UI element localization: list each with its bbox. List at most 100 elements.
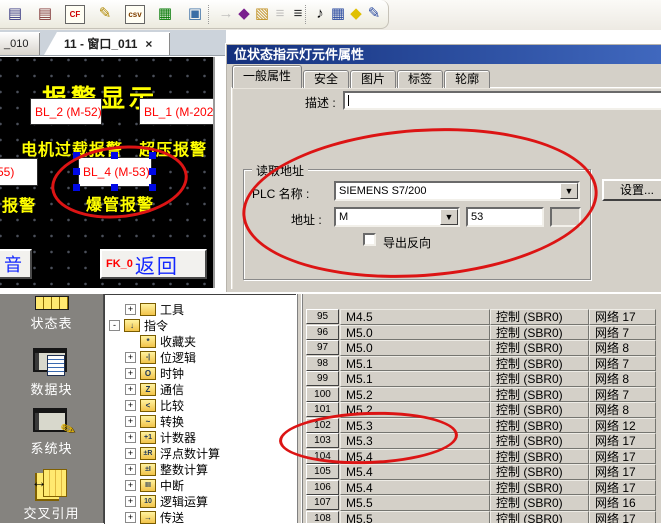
tab-profile[interactable]: 轮廓 bbox=[444, 70, 490, 88]
recipe-table-icon[interactable]: ▦ bbox=[155, 4, 175, 24]
nav-system-block[interactable]: 系统块 bbox=[0, 438, 103, 457]
connect-device-icon[interactable]: → bbox=[216, 4, 236, 24]
xref-row-98[interactable]: 98M5.1控制 (SBR0)网络 7 bbox=[303, 356, 659, 372]
expand-icon[interactable]: + bbox=[125, 352, 136, 363]
xref-row-105[interactable]: 105M5.4控制 (SBR0)网络 17 bbox=[303, 464, 659, 480]
picture-library-icon[interactable]: ▧ bbox=[252, 4, 272, 24]
expand-icon[interactable]: + bbox=[125, 368, 136, 379]
row-header-button[interactable]: 101 bbox=[306, 402, 339, 417]
row-header-button[interactable]: 99 bbox=[306, 371, 339, 386]
expand-icon[interactable]: + bbox=[125, 416, 136, 427]
nav-system-block-icon[interactable] bbox=[33, 406, 71, 436]
hmi-lamp-bl4-selected[interactable]: BL_4 (M-53) bbox=[78, 157, 152, 187]
xref-row-97[interactable]: 97M5.0控制 (SBR0)网络 8 bbox=[303, 340, 659, 356]
row-header-button[interactable]: 98 bbox=[306, 356, 339, 371]
expand-icon[interactable]: + bbox=[125, 432, 136, 443]
nav-data-block[interactable]: 数据块 bbox=[0, 379, 103, 398]
selection-handle[interactable] bbox=[111, 184, 118, 191]
tree-bit-logic[interactable]: +-|位逻辑 bbox=[125, 349, 196, 365]
tree-convert[interactable]: +~转换 bbox=[125, 413, 184, 429]
dropdown-arrow-icon[interactable]: ▼ bbox=[440, 209, 458, 225]
hmi-mute-button-partial[interactable]: 音 bbox=[0, 249, 32, 279]
address-tags-icon[interactable]: ◆ bbox=[346, 4, 366, 24]
cf-card-icon[interactable]: CF bbox=[65, 5, 85, 24]
xref-row-106[interactable]: 106M5.4控制 (SBR0)网络 17 bbox=[303, 480, 659, 496]
collapse-icon[interactable]: - bbox=[109, 320, 120, 331]
selection-handle[interactable] bbox=[73, 152, 80, 159]
tab-label[interactable]: 标签 bbox=[397, 70, 443, 88]
tree-clock[interactable]: +O时钟 bbox=[125, 365, 184, 381]
tree-move[interactable]: +→传送 bbox=[125, 509, 184, 524]
tree-instructions[interactable]: -↓指令 bbox=[109, 317, 168, 333]
shape-library-icon[interactable]: ≡ bbox=[270, 4, 290, 24]
xref-row-96[interactable]: 96M5.0控制 (SBR0)网络 7 bbox=[303, 325, 659, 341]
selection-handle[interactable] bbox=[149, 184, 156, 191]
selection-handle[interactable] bbox=[111, 152, 118, 159]
sound-library-icon[interactable]: ♪ bbox=[310, 4, 330, 24]
tree-float-math[interactable]: +±R浮点数计算 bbox=[125, 445, 220, 461]
xref-row-99[interactable]: 99M5.1控制 (SBR0)网络 8 bbox=[303, 371, 659, 387]
hmi-screen-canvas[interactable]: 报警显示 BL_2 (M-52) BL_1 (M-202) 电机过载报警 超压报… bbox=[0, 57, 215, 288]
edit-document-icon[interactable]: ✎ bbox=[364, 4, 384, 24]
tab-window-010[interactable]: _010 bbox=[0, 32, 40, 55]
tab-general[interactable]: 一般属性 bbox=[232, 65, 302, 88]
pane-splitter[interactable] bbox=[296, 294, 303, 523]
hmi-lamp-bl3-partial[interactable]: (M-55) bbox=[0, 158, 38, 186]
selection-handle[interactable] bbox=[149, 168, 156, 175]
import-library-icon[interactable]: ◆ bbox=[234, 4, 254, 24]
expand-icon[interactable]: + bbox=[125, 304, 136, 315]
settings-button[interactable]: 设置... bbox=[602, 179, 661, 201]
description-input[interactable] bbox=[343, 91, 661, 110]
simulate-window-icon[interactable]: ▣ bbox=[185, 4, 205, 24]
tree-integer-math[interactable]: +±I整数计算 bbox=[125, 461, 208, 477]
tree-counter[interactable]: ++1计数器 bbox=[125, 429, 196, 445]
plc-name-combobox[interactable]: SIEMENS S7/200 ▼ bbox=[334, 181, 580, 201]
xref-row-104[interactable]: 104M5.4控制 (SBR0)网络 17 bbox=[303, 449, 659, 465]
xref-row-107[interactable]: 107M5.5控制 (SBR0)网络 16 bbox=[303, 495, 659, 511]
row-header-button[interactable]: 106 bbox=[306, 480, 339, 495]
tab-security[interactable]: 安全 bbox=[303, 70, 349, 88]
dialog-title-bar[interactable]: 位状态指示灯元件属性 bbox=[227, 45, 661, 64]
edit-pencil-icon[interactable]: ✎ bbox=[95, 4, 115, 24]
row-header-button[interactable]: 105 bbox=[306, 464, 339, 479]
hmi-back-button[interactable]: FK_0 返回 bbox=[100, 249, 207, 279]
csv-export-icon[interactable]: csv bbox=[125, 5, 145, 24]
selection-handle[interactable] bbox=[149, 152, 156, 159]
nav-cross-reference[interactable]: 交叉引用 bbox=[0, 503, 103, 522]
download-to-hmi-icon[interactable]: ▤ bbox=[5, 4, 25, 24]
expand-icon[interactable]: + bbox=[125, 400, 136, 411]
expand-icon[interactable]: + bbox=[125, 480, 136, 491]
address-type-combobox[interactable]: M ▼ bbox=[334, 207, 460, 227]
row-header-button[interactable]: 104 bbox=[306, 449, 339, 464]
xref-row-108[interactable]: 108M5.5控制 (SBR0)网络 17 bbox=[303, 511, 659, 524]
row-header-button[interactable]: 107 bbox=[306, 495, 339, 510]
tree-tools[interactable]: +工具 bbox=[125, 301, 184, 317]
expand-icon[interactable]: + bbox=[125, 512, 136, 523]
expand-icon[interactable]: + bbox=[125, 448, 136, 459]
selection-handle[interactable] bbox=[73, 168, 80, 175]
xref-row-101[interactable]: 101M5.2控制 (SBR0)网络 8 bbox=[303, 402, 659, 418]
invert-signal-checkbox[interactable] bbox=[363, 233, 376, 246]
tab-window-011[interactable]: 11 - 窗口_011 × bbox=[44, 32, 170, 55]
tree-logic-ops[interactable]: +10逻辑运算 bbox=[125, 493, 208, 509]
macro-table-icon[interactable]: ▦ bbox=[328, 4, 348, 24]
tree-communication[interactable]: +Z通信 bbox=[125, 381, 184, 397]
nav-status-chart[interactable]: 状态表 bbox=[0, 313, 103, 332]
xref-row-95[interactable]: 95M4.5控制 (SBR0)网络 17 bbox=[303, 309, 659, 325]
tree-interrupt[interactable]: +III中断 bbox=[125, 477, 184, 493]
selection-handle[interactable] bbox=[73, 184, 80, 191]
xref-row-103[interactable]: 103M5.3控制 (SBR0)网络 17 bbox=[303, 433, 659, 449]
row-header-button[interactable]: 108 bbox=[306, 511, 339, 524]
upload-from-hmi-icon[interactable]: ▤ bbox=[35, 4, 55, 24]
row-header-button[interactable]: 102 bbox=[306, 418, 339, 433]
nav-cross-reference-icon[interactable] bbox=[33, 469, 71, 499]
hmi-lamp-bl1[interactable]: BL_1 (M-202) bbox=[139, 98, 214, 125]
dropdown-arrow-icon[interactable]: ▼ bbox=[560, 183, 578, 199]
expand-icon[interactable]: + bbox=[125, 496, 136, 507]
row-header-button[interactable]: 95 bbox=[306, 309, 339, 324]
tab-close-icon[interactable]: × bbox=[145, 37, 152, 51]
expand-icon[interactable]: + bbox=[125, 464, 136, 475]
expand-icon[interactable]: + bbox=[125, 384, 136, 395]
tree-favorites[interactable]: *收藏夹 bbox=[125, 333, 196, 349]
row-header-button[interactable]: 100 bbox=[306, 387, 339, 402]
